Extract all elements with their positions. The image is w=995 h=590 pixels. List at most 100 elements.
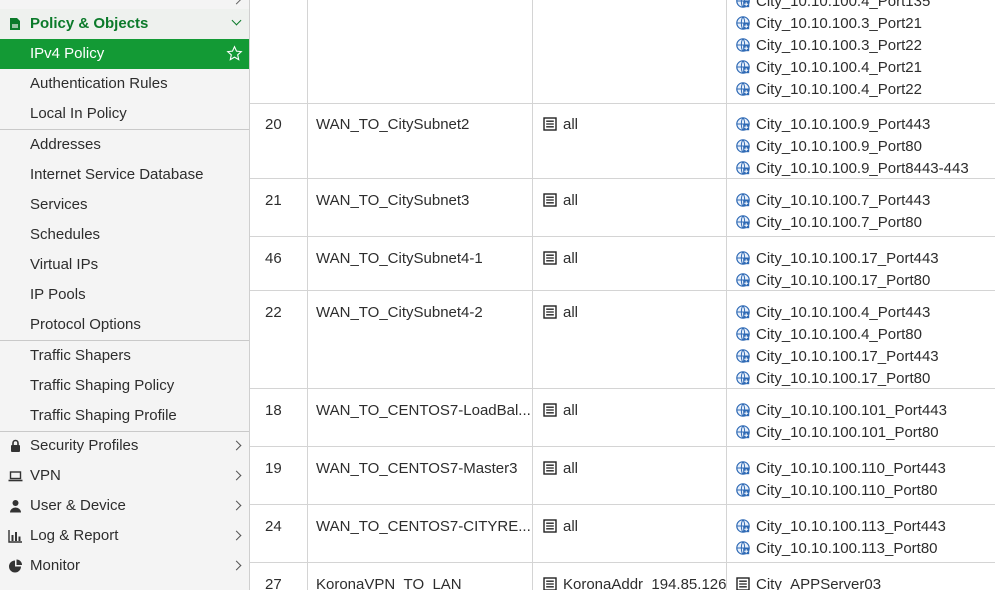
destination-address-tag[interactable]: City_10.10.100.7_Port443 xyxy=(736,190,995,212)
table-row[interactable]: 46 WAN_TO_CitySubnet4-1 all City_10.10.100.… xyxy=(250,237,995,291)
policy-icon xyxy=(10,18,20,30)
source-address-tag[interactable]: all xyxy=(543,190,726,212)
policy-source-cell: all xyxy=(532,179,726,236)
sidebar-section-log-report[interactable]: Log & Report xyxy=(0,521,249,551)
sidebar-section-label: Monitor xyxy=(30,557,81,574)
sidebar-group-policy-objects[interactable]: Policy & Objects xyxy=(0,9,249,39)
policy-id: 46 xyxy=(265,250,282,267)
destination-address-label: City_10.10.100.4_Port80 xyxy=(756,326,922,343)
destination-address-label: City_10.10.100.101_Port443 xyxy=(756,402,947,419)
policy-name: WAN_TO_CitySubnet4-1 xyxy=(316,250,483,267)
table-row[interactable]: 18 WAN_TO_CENTOS7-LoadBal... all City_10.10… xyxy=(250,389,995,447)
source-address-label: all xyxy=(563,402,579,419)
table-row[interactable]: City_10.10.100.4_Port135 City_10.10.100.3… xyxy=(250,0,995,104)
destination-address-label: City_10.10.100.7_Port80 xyxy=(756,214,922,231)
source-address-tag[interactable]: all xyxy=(543,516,726,538)
destination-address-tag[interactable]: City_APPServer03 xyxy=(736,574,995,590)
policy-name: WAN_TO_CitySubnet4-2 xyxy=(316,304,483,321)
source-address-tag[interactable]: KoronaAddr_194.85.126 xyxy=(543,574,726,590)
destination-address-tag[interactable]: City_10.10.100.113_Port80 xyxy=(736,538,995,560)
virtual-ip-icon xyxy=(736,60,750,74)
policy-name-cell: WAN_TO_CitySubnet4-1 xyxy=(307,237,532,290)
source-address-tag[interactable]: all xyxy=(543,400,726,422)
sidebar-item-ip-pools[interactable]: IP Pools xyxy=(0,280,249,310)
policy-source-cell: all xyxy=(532,291,726,388)
sidebar-item-protocol-options[interactable]: Protocol Options xyxy=(0,310,249,340)
destination-address-tag[interactable]: City_10.10.100.101_Port443 xyxy=(736,400,995,422)
policy-id-cell: 46 xyxy=(250,237,307,290)
lock-icon xyxy=(11,439,20,452)
laptop-icon xyxy=(8,471,23,482)
sidebar-section-vpn[interactable]: VPN xyxy=(0,461,249,491)
sidebar-item-ipv4-policy[interactable]: IPv4 Policy xyxy=(0,39,249,69)
destination-address-label: City_10.10.100.110_Port443 xyxy=(756,460,946,477)
pie-chart-icon xyxy=(9,559,22,573)
destination-address-tag[interactable]: City_10.10.100.4_Port443 xyxy=(736,302,995,324)
destination-address-tag[interactable]: City_10.10.100.9_Port443 xyxy=(736,114,995,136)
virtual-ip-icon xyxy=(736,215,750,229)
destination-address-tag[interactable]: City_10.10.100.113_Port443 xyxy=(736,516,995,538)
sidebar-section-security-profiles[interactable]: Security Profiles xyxy=(0,431,249,461)
source-address-tag[interactable]: all xyxy=(543,458,726,480)
policy-destination-cell: City_10.10.100.113_Port443 City_10.10.100… xyxy=(726,505,995,562)
address-icon xyxy=(543,251,557,265)
destination-address-tag[interactable]: City_10.10.100.4_Port80 xyxy=(736,324,995,346)
source-address-tag[interactable]: all xyxy=(543,302,726,324)
destination-address-tag[interactable]: City_10.10.100.110_Port443 xyxy=(736,458,995,480)
sidebar-item-label: Internet Service Database xyxy=(30,166,204,183)
sidebar-item-virtual-ips[interactable]: Virtual IPs xyxy=(0,250,249,280)
source-address-tag[interactable]: all xyxy=(543,114,726,136)
destination-address-tag[interactable]: City_10.10.100.17_Port443 xyxy=(736,248,995,270)
sidebar-item-internet-service-database[interactable]: Internet Service Database xyxy=(0,160,249,190)
table-row[interactable]: 24 WAN_TO_CENTOS7-CITYRE... all City_10.10.… xyxy=(250,505,995,563)
policy-destination-cell: City_APPServer03 xyxy=(726,563,995,590)
sidebar-item-schedules[interactable]: Schedules xyxy=(0,220,249,250)
destination-address-tag[interactable]: City_10.10.100.9_Port80 xyxy=(736,136,995,158)
virtual-ip-icon xyxy=(736,327,750,341)
sidebar-item-services[interactable]: Services xyxy=(0,190,249,220)
table-row[interactable]: 27 KoronaVPN_TO_LAN KoronaAddr_194.85.126 C… xyxy=(250,563,995,590)
virtual-ip-icon xyxy=(736,139,750,153)
destination-address-tag[interactable]: City_10.10.100.4_Port135 xyxy=(736,0,995,13)
table-row[interactable]: 19 WAN_TO_CENTOS7-Master3 all City_10.10.10… xyxy=(250,447,995,505)
virtual-ip-icon xyxy=(736,193,750,207)
destination-address-label: City_10.10.100.9_Port8443-443 xyxy=(756,160,969,177)
policy-name-cell: WAN_TO_CitySubnet2 xyxy=(307,103,532,178)
destination-address-tag[interactable]: City_10.10.100.17_Port80 xyxy=(736,368,995,388)
policy-destination-cell: City_10.10.100.4_Port443 City_10.10.100.4… xyxy=(726,291,995,388)
chevron-right-icon xyxy=(231,500,242,511)
destination-address-tag[interactable]: City_10.10.100.101_Port80 xyxy=(736,422,995,444)
destination-address-label: City_10.10.100.4_Port21 xyxy=(756,59,922,76)
sidebar-item-traffic-shapers[interactable]: Traffic Shapers xyxy=(0,341,249,371)
policy-source-cell: KoronaAddr_194.85.126 xyxy=(532,563,726,590)
sidebar-item-addresses[interactable]: Addresses xyxy=(0,130,249,160)
sidebar-item-traffic-shaping-policy[interactable]: Traffic Shaping Policy xyxy=(0,371,249,401)
star-icon[interactable] xyxy=(226,45,243,62)
policy-name-cell: WAN_TO_CitySubnet3 xyxy=(307,179,532,236)
policy-id-cell: 18 xyxy=(250,389,307,446)
sidebar-item-authentication-rules[interactable]: Authentication Rules xyxy=(0,69,249,99)
destination-address-tag[interactable]: City_10.10.100.7_Port80 xyxy=(736,212,995,234)
virtual-ip-icon xyxy=(736,16,750,30)
sidebar-section-monitor[interactable]: Monitor xyxy=(0,551,249,581)
destination-address-tag[interactable]: City_10.10.100.3_Port21 xyxy=(736,13,995,35)
bar-chart-icon xyxy=(8,530,22,543)
destination-address-label: City_10.10.100.113_Port80 xyxy=(756,540,938,557)
destination-address-tag[interactable]: City_10.10.100.17_Port80 xyxy=(736,270,995,290)
policy-destination-cell: City_10.10.100.7_Port443 City_10.10.100.7… xyxy=(726,179,995,236)
table-row[interactable]: 21 WAN_TO_CitySubnet3 all City_10.10.100.7_… xyxy=(250,179,995,237)
source-address-tag[interactable]: all xyxy=(543,248,726,270)
sidebar-section-label: VPN xyxy=(30,467,61,484)
sidebar-section-user-device[interactable]: User & Device xyxy=(0,491,249,521)
collapsed-section-fragment[interactable] xyxy=(0,0,249,8)
destination-address-tag[interactable]: City_10.10.100.110_Port80 xyxy=(736,480,995,502)
sidebar-item-local-in-policy[interactable]: Local In Policy xyxy=(0,99,249,129)
destination-address-tag[interactable]: City_10.10.100.9_Port8443-443 xyxy=(736,158,995,178)
destination-address-tag[interactable]: City_10.10.100.17_Port443 xyxy=(736,346,995,368)
destination-address-tag[interactable]: City_10.10.100.4_Port21 xyxy=(736,57,995,79)
table-row[interactable]: 20 WAN_TO_CitySubnet2 all City_10.10.100.9_… xyxy=(250,103,995,179)
destination-address-tag[interactable]: City_10.10.100.3_Port22 xyxy=(736,35,995,57)
table-row[interactable]: 22 WAN_TO_CitySubnet4-2 all City_10.10.100.… xyxy=(250,291,995,389)
destination-address-tag[interactable]: City_10.10.100.4_Port22 xyxy=(736,79,995,101)
sidebar-item-traffic-shaping-profile[interactable]: Traffic Shaping Profile xyxy=(0,401,249,431)
